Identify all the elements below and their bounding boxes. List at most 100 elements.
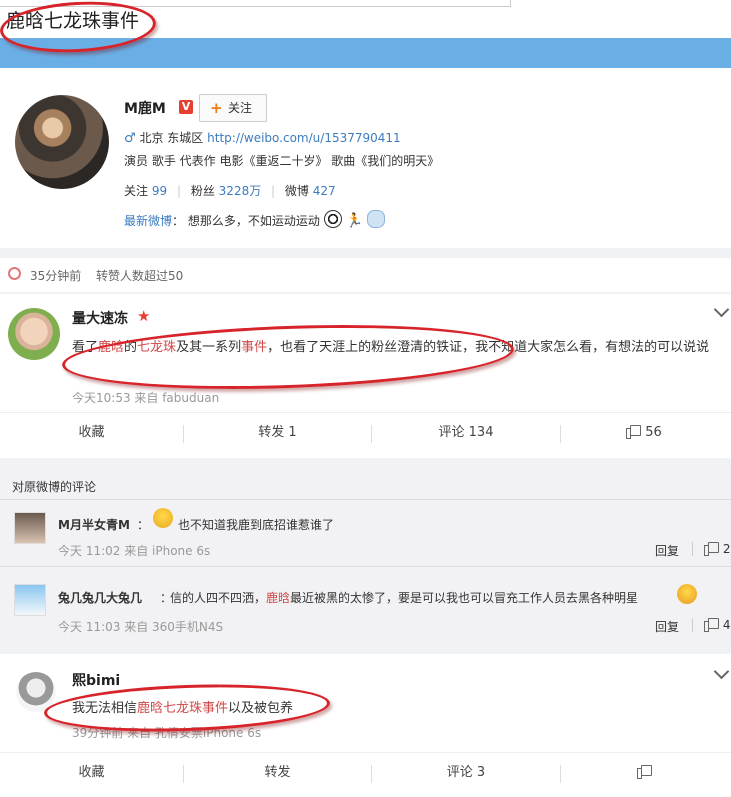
latest-post-label[interactable]: 最新微博 (124, 214, 172, 228)
keyword-link[interactable]: 鹿晗七龙珠事件 (137, 701, 228, 716)
star-icon: ★ (137, 307, 151, 325)
comment-avatar[interactable] (14, 512, 46, 544)
follow-button[interactable]: + 关注 (199, 94, 267, 122)
post-card-2: 熙bimi 我无法相信鹿晗七龙珠事件以及被包养 39分钟前 来自 孔倩安票iPh… (0, 654, 731, 797)
keyword-link[interactable]: 七龙珠 (137, 340, 176, 355)
post-meta: 今天10:53 来自 fabuduan (72, 391, 220, 405)
like-button[interactable]: 56 (561, 413, 731, 453)
keyword-link[interactable]: 事件 (241, 340, 267, 355)
repost-text: 转赞人数超过50 (96, 269, 184, 283)
latest-sep: ： (172, 214, 185, 228)
post-meta: 39分钟前 来自 孔倩安票iPhone 6s (72, 726, 262, 740)
stat-following[interactable]: 关注 99 (124, 184, 167, 198)
comment-item: 兔几兔几大兔几 ： 信的人四不四洒，鹿晗最近被黑的太惨了，要是可以我也可以冒充工… (0, 567, 731, 639)
comment-sep: ： (137, 518, 150, 532)
post-avatar[interactable] (8, 308, 60, 360)
stat-posts[interactable]: 微博 427 (285, 184, 336, 198)
like-count: 28 (722, 542, 731, 556)
post-text: 看了鹿晗的七龙珠及其一系列事件，也看了天涯上的粉丝澄清的铁证，我不知道大家怎么看… (72, 335, 731, 361)
stat-value: 3228万 (218, 184, 262, 198)
comment-meta: 今天 11:02 来自 iPhone 6s (58, 544, 211, 558)
comment-button[interactable]: 评论 134 (372, 413, 560, 453)
like-count: 56 (645, 425, 662, 440)
stats-row: 关注 99 | 粉丝 3228万 | 微博 427 (124, 184, 336, 198)
thumb-up-icon (704, 618, 719, 632)
verified-icon: V (179, 100, 193, 114)
post-text: 我无法相信鹿晗七龙珠事件以及被包养 (72, 697, 293, 716)
profile-banner (0, 38, 731, 68)
comment-like[interactable]: 28 (704, 542, 731, 556)
post-author[interactable]: 量大速冻 (72, 308, 128, 328)
location-row: ♂ 北京 东城区 http://weibo.com/u/1537790411 (124, 129, 401, 146)
reply-button[interactable]: 回复 (655, 618, 679, 635)
soccer-ball-icon (323, 210, 342, 228)
divider (692, 542, 693, 556)
follow-label: 关注 (228, 101, 253, 115)
text-part: 的 (124, 340, 138, 355)
location-text: 北京 东城区 (139, 131, 204, 145)
collect-button[interactable]: 收藏 (0, 413, 183, 453)
collect-button[interactable]: 收藏 (0, 753, 183, 793)
profile-url[interactable]: http://weibo.com/u/1537790411 (207, 131, 401, 145)
dash-icon (366, 210, 385, 228)
reply-button[interactable]: 回复 (655, 542, 679, 559)
stat-label: 关注 (124, 184, 149, 198)
repost-info-bar: 35分钟前 转赞人数超过50 (0, 258, 731, 292)
post-actions: 收藏 转发 1 评论 134 56 (0, 412, 731, 453)
text-part: ，也看了天涯上的粉丝澄清的铁证，我不知道大家怎么看，有想法的可以说说 (267, 340, 710, 355)
thumb-up-icon (704, 542, 719, 556)
sweat-emoji-icon (153, 508, 173, 528)
hot-icon (8, 267, 21, 280)
latest-post-text[interactable]: 想那么多，不如运动运动 (188, 214, 320, 228)
comment-like[interactable]: 40 (704, 618, 731, 632)
text-part: 及其一系列 (176, 340, 242, 355)
text-part: 我无法相信 (72, 701, 138, 716)
page-title: 鹿晗七龙珠事件 (6, 10, 140, 32)
thumb-up-icon (626, 425, 642, 439)
stat-fans[interactable]: 粉丝 3228万 (191, 184, 261, 198)
stat-value: 99 (151, 184, 168, 198)
keyword-link[interactable]: 鹿晗 (98, 340, 124, 355)
comment-avatar[interactable] (14, 584, 46, 616)
sad-emoji-icon (677, 584, 697, 604)
comment-user[interactable]: M月半女青M (58, 516, 130, 533)
profile-avatar[interactable] (15, 95, 109, 189)
repost-button[interactable]: 转发 1 (184, 413, 371, 453)
plus-icon: + (210, 99, 223, 117)
chevron-down-icon[interactable] (713, 301, 730, 318)
comments-title: 对原微博的评论 (12, 480, 97, 494)
text-part: 信的人四不四洒， (170, 591, 267, 605)
post-card-1: 量大速冻 ★ 看了鹿晗的七龙珠及其一系列事件，也看了天涯上的粉丝澄清的铁证，我不… (0, 294, 731, 458)
profile-name[interactable]: M鹿M (124, 98, 166, 118)
post-actions: 收藏 转发 评论 3 (0, 752, 731, 793)
post-author[interactable]: 熙bimi (72, 670, 120, 690)
text-part: 以及被包养 (228, 701, 294, 716)
stat-label: 粉丝 (190, 184, 215, 198)
comments-section: 对原微博的评论 M月半女青M ： 也不知道我鹿到底招谁惹谁了 今天 11:02 … (0, 462, 731, 644)
comment-text: 也不知道我鹿到底招谁惹谁了 (178, 518, 335, 532)
latest-post-row: 最新微博： 想那么多，不如运动运动 🏃 (124, 210, 385, 229)
stat-label: 微博 (284, 184, 309, 198)
text-part: 看了 (72, 340, 99, 355)
comment-text: 信的人四不四洒，鹿晗最近被黑的太惨了，要是可以我也可以冒充工作人员去黑各种明星 (170, 589, 638, 606)
repost-time: 35分钟前 (30, 269, 82, 283)
stat-value: 427 (312, 184, 336, 198)
thumb-up-icon (636, 765, 652, 779)
comment-item: M月半女青M ： 也不知道我鹿到底招谁惹谁了 今天 11:02 来自 iPhon… (0, 500, 731, 566)
comment-button[interactable]: 评论 3 (372, 753, 560, 793)
runner-icon: 🏃 (345, 213, 363, 229)
comment-user[interactable]: 兔几兔几大兔几 (58, 589, 142, 606)
keyword-link[interactable]: 鹿晗 (266, 591, 290, 605)
divider (692, 618, 693, 632)
male-icon: ♂ (124, 131, 136, 146)
top-bar: 鹿晗七龙珠事件 (0, 0, 731, 38)
like-button[interactable] (561, 753, 731, 793)
repost-button[interactable]: 转发 (184, 753, 371, 793)
text-part: 最近被黑的太惨了，要是可以我也可以冒充工作人员去黑各种明星 (290, 591, 639, 605)
profile-bio: 演员 歌手 代表作 电影《重返二十岁》 歌曲《我们的明天》 (124, 154, 440, 168)
profile-card: M鹿M V + 关注 ♂ 北京 东城区 http://weibo.com/u/1… (0, 68, 731, 248)
chevron-down-icon[interactable] (713, 663, 730, 680)
comment-meta: 今天 11:03 来自 360手机N4S (58, 620, 224, 634)
like-count: 40 (722, 618, 731, 632)
post-avatar[interactable] (16, 672, 56, 712)
